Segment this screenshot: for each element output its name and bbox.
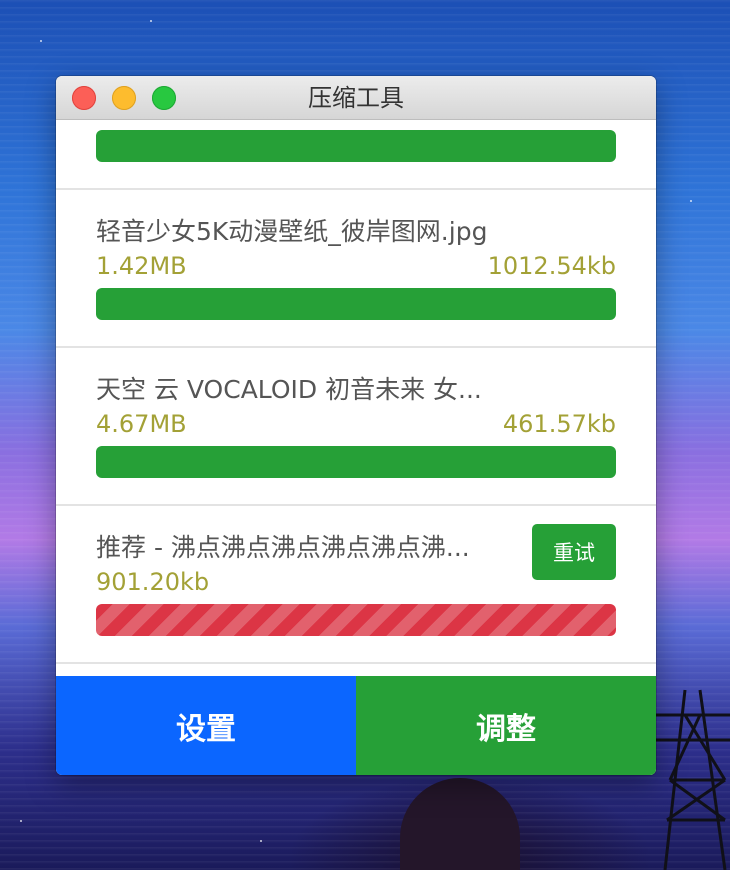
list-item: 天空 云 VOCALOID 初音未来 女... 4.67MB 461.57kb — [56, 348, 656, 506]
wallpaper-star — [40, 40, 42, 42]
file-name: 推荐 - 沸点沸点沸点沸点沸点沸... — [96, 533, 470, 562]
settings-button[interactable]: 设置 — [56, 676, 356, 775]
list-item: 轻音少女5K动漫壁纸_彼岸图网.jpg 1.42MB 1012.54kb — [56, 190, 656, 348]
wallpaper-star — [20, 820, 22, 822]
progress-bar-failed — [96, 604, 616, 636]
file-name: 轻音少女5K动漫壁纸_彼岸图网.jpg — [96, 217, 488, 246]
file-list[interactable]: 轻音少女5K动漫壁纸_彼岸图网.jpg 1.42MB 1012.54kb 天空 … — [56, 120, 656, 675]
compressed-size: 1012.54kb — [487, 252, 616, 280]
file-sizes: 1.42MB 1012.54kb — [96, 252, 616, 282]
original-size: 4.67MB — [96, 410, 187, 438]
original-size: 1.42MB — [96, 252, 187, 280]
wallpaper-star — [150, 20, 152, 22]
window-title: 压缩工具 — [308, 84, 404, 112]
progress-bar-complete — [96, 288, 616, 320]
file-sizes: 901.20kb — [96, 568, 616, 598]
file-name: 天空 云 VOCALOID 初音未来 女... — [96, 375, 482, 404]
app-window: 压缩工具 轻音少女5K动漫壁纸_彼岸图网.jpg 1.42MB 1012.54k… — [56, 76, 656, 775]
progress-bar-complete — [96, 446, 616, 478]
wallpaper-star — [260, 840, 262, 842]
adjust-button[interactable]: 调整 — [356, 676, 656, 775]
wallpaper-star — [690, 200, 692, 202]
progress-bar-complete — [96, 130, 616, 162]
compressed-size: 461.57kb — [502, 410, 616, 438]
file-sizes: 4.67MB 461.57kb — [96, 410, 616, 440]
original-size: 901.20kb — [96, 568, 210, 596]
power-tower-icon — [655, 689, 730, 870]
list-item — [56, 120, 656, 190]
footer-actions: 设置 调整 — [56, 676, 656, 775]
title-bar[interactable]: 压缩工具 — [56, 76, 656, 120]
list-item: 推荐 - 沸点沸点沸点沸点沸点沸... 重试 901.20kb — [56, 506, 656, 664]
